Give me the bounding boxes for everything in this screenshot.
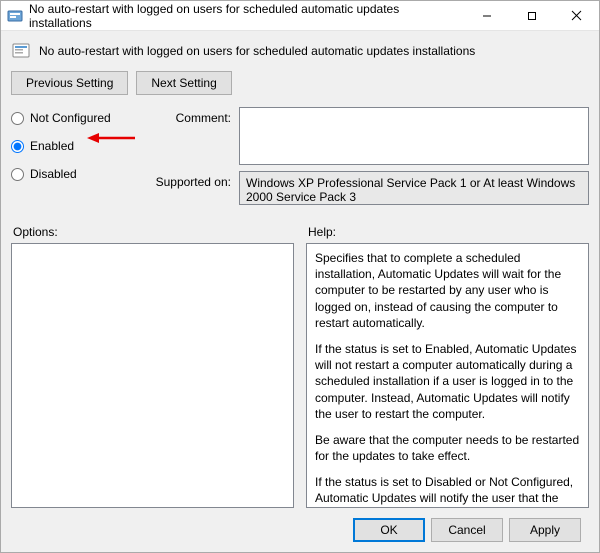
arrow-annotation-icon [87, 131, 135, 145]
state-radios: Not Configured Enabled Disabled [11, 107, 141, 205]
nav-buttons: Previous Setting Next Setting [11, 71, 589, 95]
dialog-footer: OK Cancel Apply [11, 508, 589, 542]
policy-dialog: No auto-restart with logged on users for… [0, 0, 600, 553]
policy-icon [11, 41, 31, 61]
help-paragraph: Specifies that to complete a scheduled i… [315, 250, 580, 331]
options-label: Options: [11, 221, 294, 243]
close-button[interactable] [554, 1, 599, 30]
fields-column: Comment: Supported on: Windows XP Profes… [151, 107, 589, 205]
options-panel[interactable] [11, 243, 294, 508]
options-column: Options: [11, 221, 294, 508]
ok-button[interactable]: OK [353, 518, 425, 542]
help-column: Help: Specifies that to complete a sched… [306, 221, 589, 508]
policy-title: No auto-restart with logged on users for… [39, 44, 475, 58]
window-title: No auto-restart with logged on users for… [29, 2, 464, 30]
radio-disabled-label: Disabled [30, 167, 77, 181]
supported-on-text: Windows XP Professional Service Pack 1 o… [246, 176, 575, 204]
radio-not-configured[interactable]: Not Configured [11, 111, 141, 125]
help-paragraph: If the status is set to Disabled or Not … [315, 474, 580, 508]
help-panel[interactable]: Specifies that to complete a scheduled i… [306, 243, 589, 508]
lower-panels: Options: Help: Specifies that to complet… [11, 221, 589, 508]
cancel-button[interactable]: Cancel [431, 518, 503, 542]
comment-row: Comment: [151, 107, 589, 165]
radio-enabled-label: Enabled [30, 139, 74, 153]
radio-not-configured-input[interactable] [11, 112, 24, 125]
previous-setting-button[interactable]: Previous Setting [11, 71, 128, 95]
titlebar[interactable]: No auto-restart with logged on users for… [1, 1, 599, 31]
comment-textarea[interactable] [239, 107, 589, 165]
app-icon [7, 8, 23, 24]
radio-enabled-input[interactable] [11, 140, 24, 153]
help-label: Help: [306, 221, 589, 243]
maximize-button[interactable] [509, 1, 554, 30]
comment-label: Comment: [151, 107, 231, 165]
next-setting-button[interactable]: Next Setting [136, 71, 231, 95]
supported-row: Supported on: Windows XP Professional Se… [151, 171, 589, 205]
supported-label: Supported on: [151, 171, 231, 205]
radio-disabled-input[interactable] [11, 168, 24, 181]
help-paragraph: If the status is set to Enabled, Automat… [315, 341, 580, 422]
radio-not-configured-label: Not Configured [30, 111, 111, 125]
apply-button[interactable]: Apply [509, 518, 581, 542]
dialog-content: No auto-restart with logged on users for… [1, 31, 599, 552]
supported-on-box: Windows XP Professional Service Pack 1 o… [239, 171, 589, 205]
minimize-button[interactable] [464, 1, 509, 30]
config-area: Not Configured Enabled Disabled Comment: [11, 107, 589, 205]
help-paragraph: Be aware that the computer needs to be r… [315, 432, 580, 464]
window-controls [464, 1, 599, 30]
policy-header: No auto-restart with logged on users for… [11, 41, 589, 61]
radio-disabled[interactable]: Disabled [11, 167, 141, 181]
